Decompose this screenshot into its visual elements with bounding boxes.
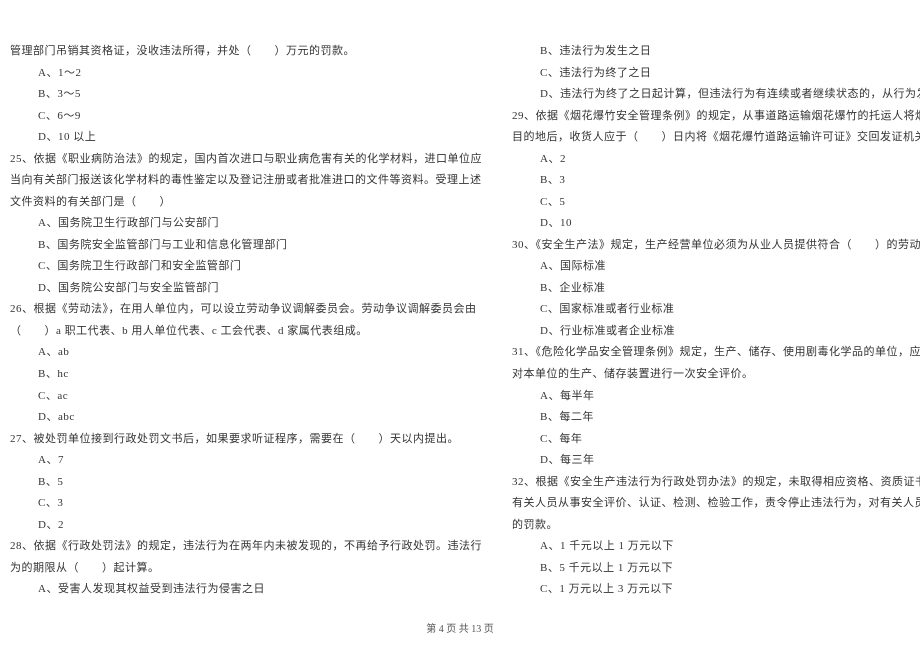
- text-line: A、国务院卫生行政部门与公安部门: [10, 212, 482, 234]
- document-columns: 管理部门吊销其资格证，没收违法所得，并处（ ）万元的罚款。A、1～2B、3～5C…: [10, 40, 910, 600]
- text-line: C、1 万元以上 3 万元以下: [512, 578, 920, 600]
- text-line: D、2: [10, 514, 482, 536]
- text-line: 29、依据《烟花爆竹安全管理条例》的规定，从事道路运输烟花爆竹的托运人将烟花爆竹…: [512, 105, 920, 127]
- text-line: 28、依据《行政处罚法》的规定，违法行为在两年内未被发现的，不再给予行政处罚。违…: [10, 535, 482, 557]
- text-line: A、1～2: [10, 62, 482, 84]
- text-line: B、5 千元以上 1 万元以下: [512, 557, 920, 579]
- text-line: B、违法行为发生之日: [512, 40, 920, 62]
- right-column: B、违法行为发生之日C、违法行为终了之日D、违法行为终了之日起计算，但违法行为有…: [512, 40, 920, 600]
- text-line: A、每半年: [512, 385, 920, 407]
- text-line: C、每年: [512, 428, 920, 450]
- text-line: 为的期限从（ ）起计算。: [10, 557, 482, 579]
- text-line: 26、根据《劳动法》，在用人单位内，可以设立劳动争议调解委员会。劳动争议调解委员…: [10, 298, 482, 320]
- text-line: D、abc: [10, 406, 482, 428]
- text-line: D、10 以上: [10, 126, 482, 148]
- text-line: 文件资料的有关部门是（ ）: [10, 191, 482, 213]
- text-line: C、5: [512, 191, 920, 213]
- text-line: C、违法行为终了之日: [512, 62, 920, 84]
- text-line: B、国务院安全监管部门与工业和信息化管理部门: [10, 234, 482, 256]
- text-line: D、国务院公安部门与安全监管部门: [10, 277, 482, 299]
- text-line: 31、《危险化学品安全管理条例》规定，生产、储存、使用剧毒化学品的单位，应当（ …: [512, 341, 920, 363]
- text-line: 的罚款。: [512, 514, 920, 536]
- text-line: 当向有关部门报送该化学材料的毒性鉴定以及登记注册或者批准进口的文件等资料。受理上…: [10, 169, 482, 191]
- text-line: A、1 千元以上 1 万元以下: [512, 535, 920, 557]
- text-line: C、6～9: [10, 105, 482, 127]
- text-line: C、3: [10, 492, 482, 514]
- text-line: A、受害人发现其权益受到违法行为侵害之日: [10, 578, 482, 600]
- text-line: C、ac: [10, 385, 482, 407]
- text-line: 32、根据《安全生产违法行为行政处罚办法》的规定，未取得相应资格、资质证书的机构…: [512, 471, 920, 493]
- text-line: B、hc: [10, 363, 482, 385]
- page-footer: 第 4 页 共 13 页: [0, 620, 920, 635]
- text-line: 25、依据《职业病防治法》的规定，国内首次进口与职业病危害有关的化学材料，进口单…: [10, 148, 482, 170]
- text-line: D、违法行为终了之日起计算，但违法行为有连续或者继续状态的，从行为发生之日: [512, 83, 920, 105]
- text-line: B、3: [512, 169, 920, 191]
- text-line: B、5: [10, 471, 482, 493]
- text-line: B、企业标准: [512, 277, 920, 299]
- text-line: B、3～5: [10, 83, 482, 105]
- text-line: A、国际标准: [512, 255, 920, 277]
- text-line: 27、被处罚单位接到行政处罚文书后，如果要求听证程序，需要在（ ）天以内提出。: [10, 428, 482, 450]
- text-line: A、7: [10, 449, 482, 471]
- text-line: 有关人员从事安全评价、认证、检测、检验工作，责令停止违法行为，对有关人员处（ ）: [512, 492, 920, 514]
- left-column: 管理部门吊销其资格证，没收违法所得，并处（ ）万元的罚款。A、1～2B、3～5C…: [10, 40, 482, 600]
- text-line: C、国家标准或者行业标准: [512, 298, 920, 320]
- text-line: （ ）a 职工代表、b 用人单位代表、c 工会代表、d 家属代表组成。: [10, 320, 482, 342]
- text-line: B、每二年: [512, 406, 920, 428]
- text-line: 30、《安全生产法》规定，生产经营单位必须为从业人员提供符合（ ）的劳动防护用品…: [512, 234, 920, 256]
- text-line: A、ab: [10, 341, 482, 363]
- text-line: A、2: [512, 148, 920, 170]
- text-line: 目的地后，收货人应于（ ）日内将《烟花爆竹道路运输许可证》交回发证机关核销。: [512, 126, 920, 148]
- text-line: D、行业标准或者企业标准: [512, 320, 920, 342]
- text-line: D、每三年: [512, 449, 920, 471]
- text-line: 对本单位的生产、储存装置进行一次安全评价。: [512, 363, 920, 385]
- text-line: D、10: [512, 212, 920, 234]
- text-line: C、国务院卫生行政部门和安全监管部门: [10, 255, 482, 277]
- text-line: 管理部门吊销其资格证，没收违法所得，并处（ ）万元的罚款。: [10, 40, 482, 62]
